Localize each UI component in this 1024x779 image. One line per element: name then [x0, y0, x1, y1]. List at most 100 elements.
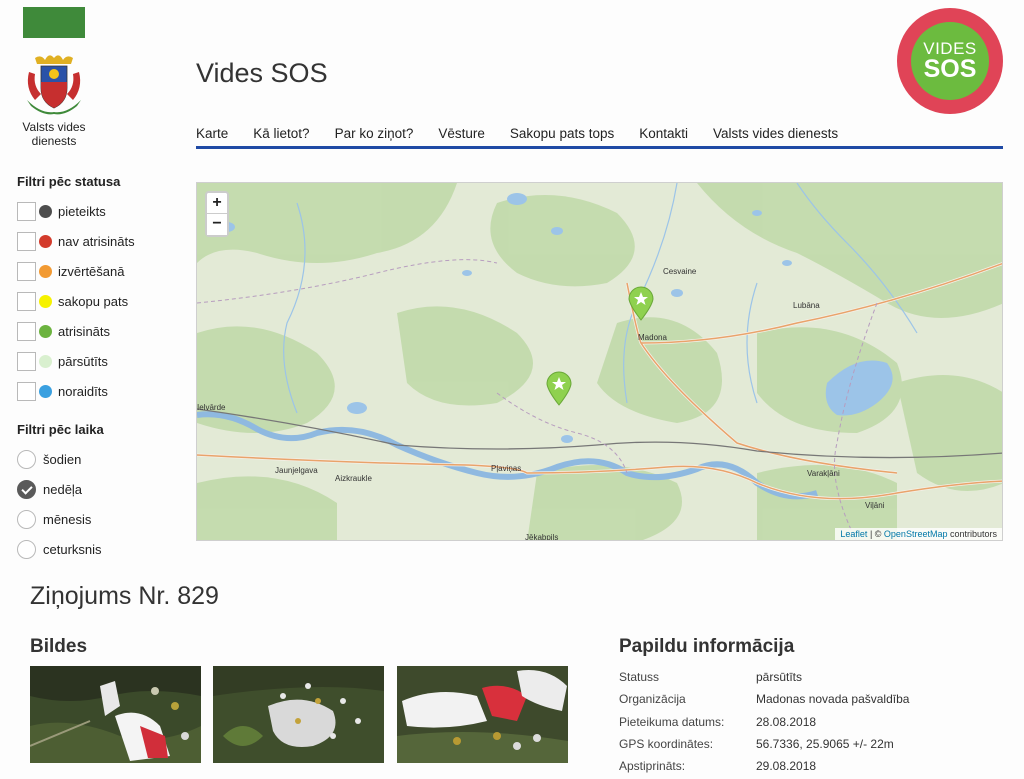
status-color-dot	[39, 384, 52, 398]
status-filter-item[interactable]: izvērtēšanā	[17, 256, 187, 286]
report-photo-1[interactable]	[30, 666, 201, 763]
vides-sos-logo[interactable]: VIDES SOS	[897, 8, 1003, 114]
time-filter-item[interactable]: ceturksnis	[17, 534, 187, 564]
time-filter-item[interactable]: nedēļa	[17, 474, 187, 504]
status-label: izvērtēšanā	[58, 263, 125, 279]
status-color-dot	[39, 324, 52, 338]
info-key: Organizācija	[619, 692, 686, 707]
status-checkbox[interactable]	[17, 321, 36, 341]
nav-valsts-vides-dienests[interactable]: Valsts vides dienests	[713, 124, 838, 146]
place-label: Cesvaine	[663, 267, 697, 276]
info-value: pārsūtīts	[756, 670, 803, 685]
info-value: Madonas novada pašvaldība	[756, 692, 910, 707]
zoom-in-button[interactable]: +	[207, 193, 227, 214]
status-label: nav atrisināts	[58, 233, 135, 249]
attribution-separator: | ©	[867, 529, 884, 539]
time-radio[interactable]	[17, 509, 36, 529]
photos-heading: Bildes	[30, 636, 88, 657]
info-heading: Papildu informācija	[619, 636, 795, 657]
time-radio[interactable]	[17, 449, 36, 469]
info-row: Statuss pārsūtīts	[619, 666, 909, 688]
status-color-dot	[39, 204, 52, 218]
time-label: mēnesis	[43, 511, 92, 527]
status-color-dot	[39, 234, 52, 248]
time-filter-item[interactable]: šodien	[17, 444, 187, 474]
place-label: Ielvārde	[197, 403, 226, 412]
status-label: noraidīts	[58, 383, 108, 399]
time-label: šodien	[43, 451, 82, 467]
leaflet-link[interactable]: Leaflet	[840, 529, 867, 539]
org-name: Valsts vides dienests	[22, 120, 86, 148]
place-label: Jēkabpils	[525, 533, 559, 541]
status-checkbox[interactable]	[17, 201, 36, 221]
status-label: pieteikts	[58, 203, 106, 219]
info-key: Statuss	[619, 670, 660, 685]
map-attribution: Leaflet | © OpenStreetMap contributors	[835, 528, 1002, 540]
status-label: sakopu pats	[58, 293, 129, 309]
info-key: Apstiprināts:	[619, 759, 686, 774]
info-value: 28.08.2018	[756, 714, 817, 729]
status-checkbox[interactable]	[17, 291, 36, 311]
info-value: 29.08.2018	[756, 759, 817, 774]
main-nav: Karte Kā lietot? Par ko ziņot? Vēsture S…	[196, 124, 1003, 149]
info-row: Organizācija Madonas novada pašvaldība	[619, 688, 909, 710]
info-table: Statuss pārsūtīts Organizācija Madonas nova…	[619, 666, 909, 777]
place-label: Varakļāni	[807, 469, 840, 478]
info-row: Pieteikuma datums: 28.08.2018	[619, 711, 909, 733]
status-filter-item[interactable]: atrisināts	[17, 316, 187, 346]
status-filter-heading: Filtri pēc statusa	[17, 174, 121, 189]
status-checkbox[interactable]	[17, 381, 36, 401]
report-photo-3[interactable]	[397, 666, 568, 763]
status-filter-item[interactable]: sakopu pats	[17, 286, 187, 316]
status-checkbox[interactable]	[17, 231, 36, 251]
report-title: Ziņojums Nr. 829	[30, 582, 219, 610]
status-checkbox[interactable]	[17, 261, 36, 281]
status-filter-item[interactable]: pārsūtīts	[17, 346, 187, 376]
time-radio[interactable]	[17, 479, 36, 499]
time-filter-heading: Filtri pēc laika	[17, 422, 104, 437]
info-value: 56.7336, 25.9065 +/- 22m	[756, 737, 894, 752]
map[interactable]: Cesvaine Madona Lubāna Ielvārde Jaunjelg…	[196, 182, 1003, 541]
info-row: Apstiprināts: 29.08.2018	[619, 755, 909, 777]
info-key: GPS koordinātes:	[619, 737, 714, 752]
place-label: Madona	[638, 333, 667, 342]
time-label: nedēļa	[43, 481, 83, 497]
nav-sakopu-pats-tops[interactable]: Sakopu pats tops	[510, 124, 614, 146]
header-green-bar	[23, 7, 85, 38]
time-filter-item[interactable]: mēnesis	[17, 504, 187, 534]
status-label: pārsūtīts	[58, 353, 108, 369]
map-marker-star-icon[interactable]	[545, 370, 573, 406]
map-marker-star-icon[interactable]	[627, 285, 655, 321]
site-title[interactable]: Vides SOS	[196, 58, 328, 89]
zoom-control: + −	[205, 191, 229, 237]
status-checkbox[interactable]	[17, 351, 36, 371]
time-radio[interactable]	[17, 539, 36, 559]
nav-karte[interactable]: Karte	[196, 124, 228, 146]
zoom-out-button[interactable]: −	[207, 214, 227, 235]
filters-panel: Filtri pēc statusa pieteikts nav atrisinā…	[17, 174, 187, 564]
time-label: ceturksnis	[43, 541, 102, 557]
nav-ka-lietot[interactable]: Kā lietot?	[253, 124, 309, 146]
place-label: Lubāna	[793, 301, 820, 310]
attribution-contributors: contributors	[947, 529, 997, 539]
status-filter-item[interactable]: nav atrisināts	[17, 226, 187, 256]
nav-kontakti[interactable]: Kontakti	[639, 124, 688, 146]
logo-text-sos: SOS	[923, 55, 977, 83]
map-tiles	[197, 183, 1002, 540]
status-color-dot	[39, 354, 52, 368]
place-label: Pļaviņas	[491, 464, 522, 473]
nav-par-ko-zinot[interactable]: Par ko ziņot?	[335, 124, 414, 146]
info-key: Pieteikuma datums:	[619, 714, 725, 729]
place-label: Aizkraukle	[335, 474, 372, 483]
place-label: Viļāni	[865, 501, 885, 510]
status-filter-item[interactable]: noraidīts	[17, 376, 187, 406]
coat-of-arms-logo	[27, 55, 81, 115]
status-color-dot	[39, 264, 52, 278]
status-filter-item[interactable]: pieteikts	[17, 196, 187, 226]
info-row: GPS koordinātes: 56.7336, 25.9065 +/- 22m	[619, 733, 909, 755]
osm-link[interactable]: OpenStreetMap	[884, 529, 948, 539]
report-photo-2[interactable]	[213, 666, 384, 763]
status-label: atrisināts	[58, 323, 111, 339]
status-color-dot	[39, 294, 52, 308]
nav-vesture[interactable]: Vēsture	[438, 124, 485, 146]
